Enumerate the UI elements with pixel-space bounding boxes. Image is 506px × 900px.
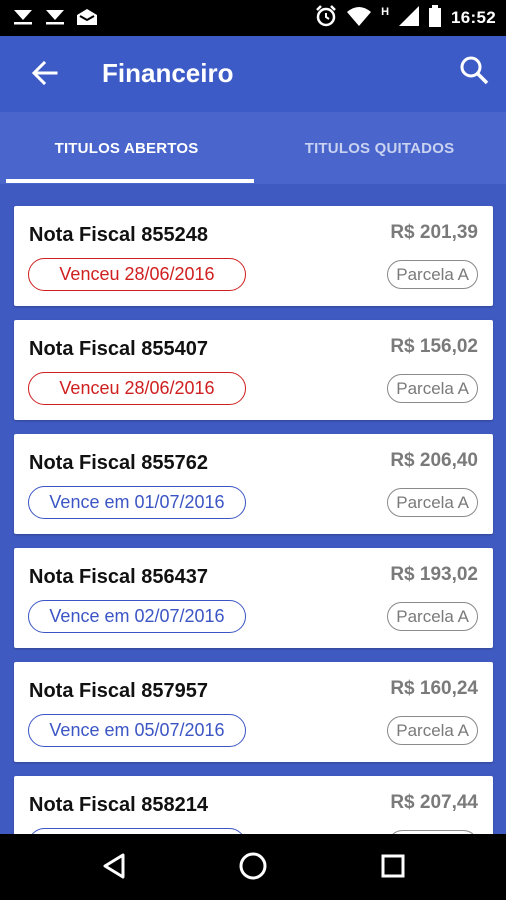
home-circle-icon [238,851,268,886]
tab-indicator [6,179,254,183]
recents-square-icon [380,853,406,884]
search-button[interactable] [456,54,492,90]
back-triangle-icon [101,852,127,885]
due-badge: Vence em 02/07/2016 [28,600,246,633]
list-item[interactable]: Nota Fiscal 858214 R$ 207,44 [14,776,493,834]
back-button[interactable] [28,58,62,92]
item-title: Nota Fiscal 855407 [29,338,208,360]
parcel-badge: Parcela A [387,488,478,517]
item-amount: R$ 207,44 [390,792,478,813]
item-title: Nota Fiscal 855248 [29,224,208,246]
nav-back-button[interactable] [96,850,132,886]
item-amount: R$ 156,02 [390,336,478,357]
due-badge: Venceu 28/06/2016 [28,258,246,291]
parcel-badge: Parcela A [387,260,478,289]
item-amount: R$ 193,02 [390,564,478,585]
tab-titulos-quitados[interactable]: TITULOS QUITADOS [253,112,506,184]
page-title: Financeiro [102,58,234,88]
search-icon [459,55,489,90]
clock: 16:52 [451,8,496,27]
status-bar: H 16:52 [0,0,506,36]
battery-icon [429,4,442,32]
item-title: Nota Fiscal 858214 [29,794,208,816]
item-amount: R$ 201,39 [390,222,478,243]
item-title: Nota Fiscal 856437 [29,566,208,588]
download-icon [44,8,66,31]
list-item[interactable]: Nota Fiscal 855248 R$ 201,39 Venceu 28/0… [14,206,493,306]
due-badge: Vence em 01/07/2016 [28,486,246,519]
system-nav-bar [0,834,506,900]
nav-recents-button[interactable] [375,850,411,886]
list-item[interactable]: Nota Fiscal 855407 R$ 156,02 Venceu 28/0… [14,320,493,420]
parcel-badge: Parcela A [387,602,478,631]
item-amount: R$ 206,40 [390,450,478,471]
nav-home-button[interactable] [235,850,271,886]
network-h-icon: H [381,6,390,18]
arrow-left-icon [31,60,58,91]
item-title: Nota Fiscal 855762 [29,452,208,474]
list-item[interactable]: Nota Fiscal 857957 R$ 160,24 Vence em 05… [14,662,493,762]
tab-titulos-abertos[interactable]: TITULOS ABERTOS [0,112,253,184]
item-title: Nota Fiscal 857957 [29,680,208,702]
item-amount: R$ 160,24 [390,678,478,699]
alarm-icon [315,4,337,32]
tab-bar: TITULOS ABERTOS TITULOS QUITADOS [0,112,506,184]
list-item[interactable]: Nota Fiscal 855762 R$ 206,40 Vence em 01… [14,434,493,534]
mail-icon [76,8,98,31]
list-item[interactable]: Nota Fiscal 856437 R$ 193,02 Vence em 02… [14,548,493,648]
titles-list[interactable]: Nota Fiscal 855248 R$ 201,39 Venceu 28/0… [0,184,506,834]
wifi-icon [347,6,372,31]
due-badge: Venceu 28/06/2016 [28,372,246,405]
due-badge: Vence em 05/07/2016 [28,714,246,747]
download-icon [12,8,34,31]
parcel-badge: Parcela A [387,716,478,745]
signal-icon [399,5,420,31]
app-bar: Financeiro [0,36,506,112]
parcel-badge: Parcela A [387,374,478,403]
